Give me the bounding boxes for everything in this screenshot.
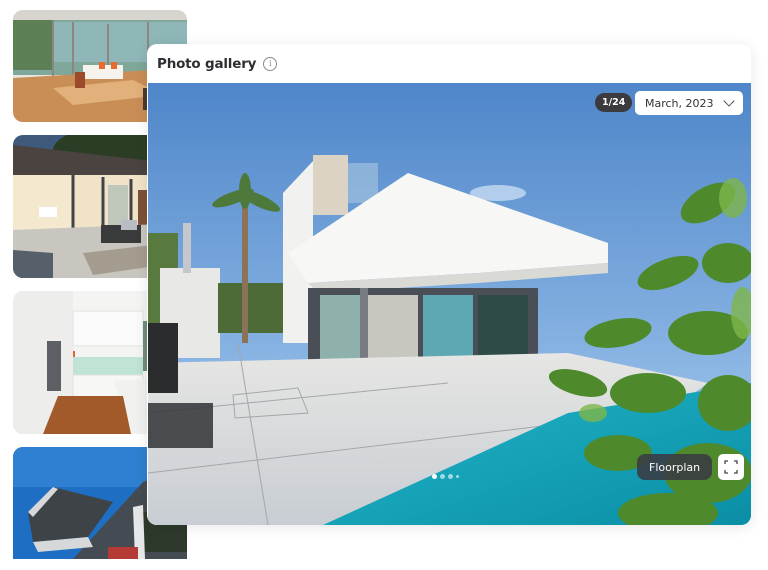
- date-select-value: March, 2023: [645, 96, 714, 110]
- photo-gallery-card: Photo gallery i 1/24 March, 2023 Floorpl…: [147, 44, 751, 525]
- pagination-dot[interactable]: [448, 474, 453, 479]
- pagination-dots: [432, 474, 459, 479]
- info-icon[interactable]: i: [263, 56, 278, 71]
- chevron-down-icon: [723, 95, 735, 107]
- fullscreen-button[interactable]: [718, 454, 744, 480]
- photo-counter-badge: 1/24: [595, 93, 633, 112]
- date-select[interactable]: March, 2023: [635, 91, 743, 115]
- gallery-header: Photo gallery i: [147, 44, 751, 83]
- pagination-dot[interactable]: [456, 475, 459, 478]
- expand-icon: [724, 460, 738, 474]
- pagination-dot[interactable]: [440, 474, 445, 479]
- floorplan-button[interactable]: Floorplan: [637, 454, 713, 480]
- pagination-dot[interactable]: [432, 474, 437, 479]
- gallery-title: Photo gallery: [157, 55, 257, 72]
